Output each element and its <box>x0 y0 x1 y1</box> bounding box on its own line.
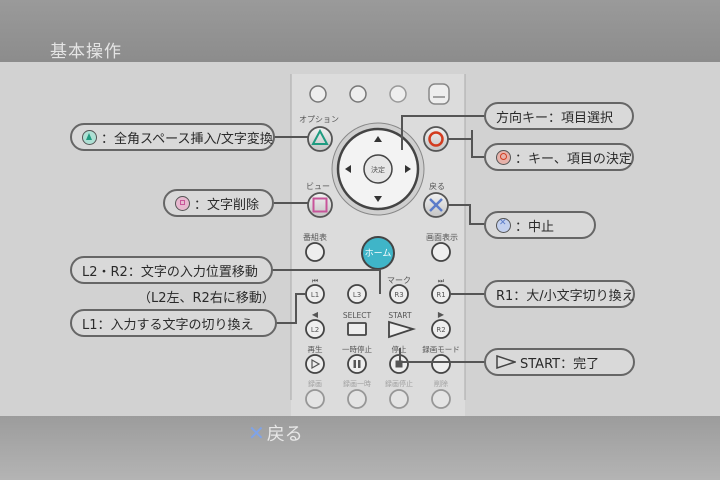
callout-dpad: 方向キー：項目選択 <box>484 102 634 130</box>
square-button <box>307 192 333 218</box>
start-label: START <box>388 311 412 320</box>
square-icon <box>175 195 190 211</box>
callout-dpad-text: 方向キー：項目選択 <box>496 110 614 126</box>
callout-cross-text: ：中止 <box>515 219 555 235</box>
footer-bar <box>0 416 720 480</box>
callout-l2r2: L2・R2：文字の入力位置移動 <box>70 256 273 284</box>
r1-label: R1 <box>436 291 445 299</box>
record-mode-button <box>431 354 451 374</box>
callout-cross: ：中止 <box>484 211 596 239</box>
back-label: 戻る <box>429 181 445 191</box>
rewind-icon: ◀ <box>312 310 319 319</box>
circle-icon <box>496 149 511 165</box>
callout-l1: L1：入力する文字の切り換え <box>70 309 277 337</box>
callout-l2r2-note: （L2左、R2右に移動） <box>138 291 275 306</box>
rec-stop-label: 録画停止 <box>385 379 413 388</box>
guide-label: 番組表 <box>303 232 327 242</box>
record-mode-label: 録画モード <box>422 344 460 354</box>
display-button <box>431 242 451 262</box>
top-button-1 <box>309 85 327 103</box>
rec-label: 録画 <box>308 379 322 388</box>
display-label: 画面表示 <box>426 232 458 242</box>
home-label: ホーム <box>365 248 392 259</box>
play-button <box>305 354 325 374</box>
callout-l2r2-text: L2・R2：文字の入力位置移動 <box>82 264 258 280</box>
l3-label: L3 <box>353 291 361 299</box>
top-button-4 <box>428 83 450 105</box>
callout-square: ：文字削除 <box>163 189 274 217</box>
cross-icon: ✕ <box>248 421 265 445</box>
r3-label: R3 <box>394 291 403 299</box>
remote-diagram: オプション 決定 ビュー 戻る 番組表 ホーム 画面表示 ⏮ L1 L3 マーク… <box>272 74 486 416</box>
l1-label: L1 <box>311 291 319 299</box>
callout-square-text: ：文字削除 <box>194 197 260 213</box>
circle-button <box>423 126 449 152</box>
r2-label: R2 <box>436 326 445 334</box>
callout-triangle-text: ：全角スペース挿入/文字変換 <box>101 131 273 147</box>
delete-label: 削除 <box>434 379 448 388</box>
callout-start: START：完了 <box>484 348 635 376</box>
guide-button <box>305 242 325 262</box>
callout-start-text: START：完了 <box>520 356 600 372</box>
callout-circle-text: ：キー、項目の決定 <box>515 151 632 167</box>
callout-r1: R1：大/小文字切り換え <box>484 280 635 308</box>
pause-label: 一時停止 <box>342 344 372 354</box>
triangle-icon <box>82 129 97 145</box>
enter-label: 決定 <box>371 165 385 174</box>
play-label: 再生 <box>308 344 323 354</box>
fast-forward-icon: ▶ <box>438 310 445 319</box>
select-label: SELECT <box>343 311 372 320</box>
top-button-3 <box>389 85 407 103</box>
pause-button <box>347 354 367 374</box>
cross-icon <box>496 217 511 233</box>
start-icon <box>496 355 516 369</box>
l2-label: L2 <box>311 326 319 334</box>
view-label: ビュー <box>306 182 330 191</box>
callout-circle: ：キー、項目の決定 <box>484 143 634 171</box>
back-button[interactable]: ✕ 戻る <box>248 420 303 446</box>
callout-triangle: ：全角スペース挿入/文字変換 <box>70 123 275 151</box>
pause-icon <box>353 360 356 368</box>
rec-pause-label: 録画一時 <box>343 379 371 388</box>
next-track-icon: ⏭ <box>438 277 445 285</box>
select-button <box>347 322 367 336</box>
callout-r1-text: R1：大/小文字切り換え <box>496 288 635 304</box>
top-button-2 <box>349 85 367 103</box>
prev-track-icon: ⏮ <box>312 277 318 285</box>
mark-label: マーク <box>387 276 411 285</box>
back-button-label: 戻る <box>266 424 303 445</box>
option-label: オプション <box>299 115 339 124</box>
callout-l1-text: L1：入力する文字の切り換え <box>82 317 254 333</box>
